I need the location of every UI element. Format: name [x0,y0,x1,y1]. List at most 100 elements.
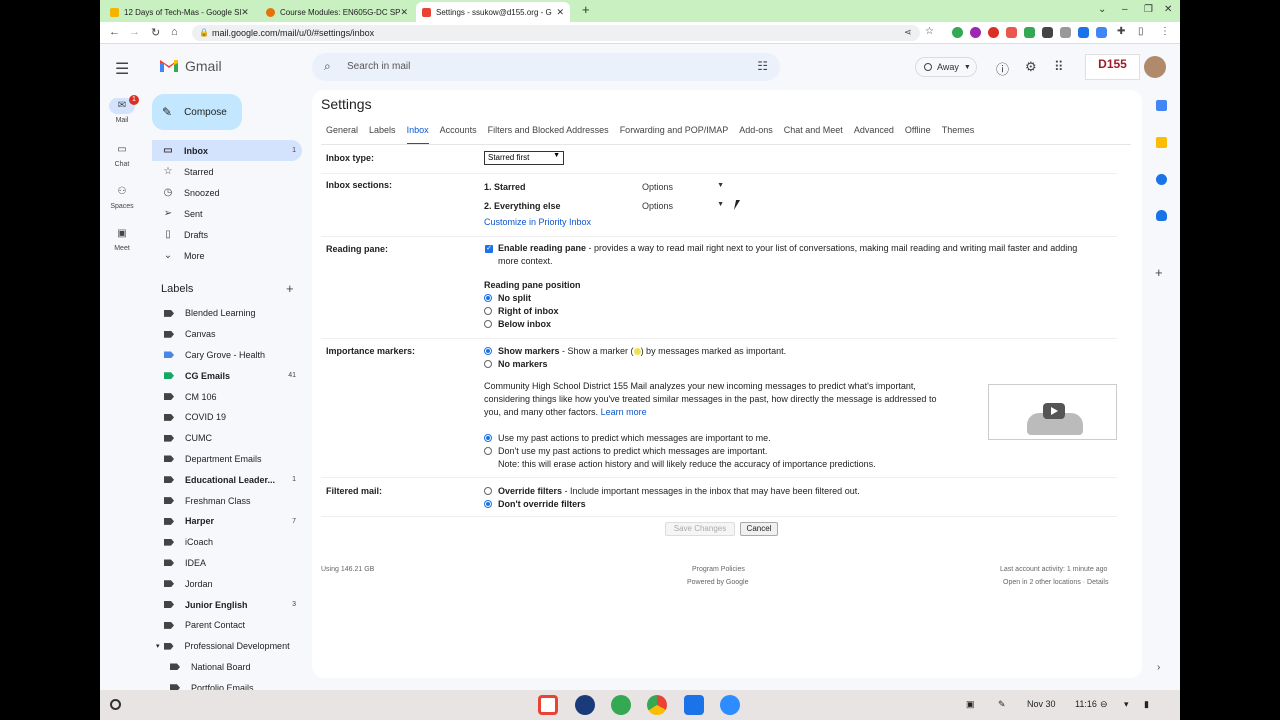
section-options-dropdown[interactable]: Options ▼ [642,201,724,211]
keep-icon[interactable] [1156,137,1167,148]
close-window-icon[interactable]: ✕ [1164,4,1172,15]
label-item[interactable]: iCoach [152,532,302,553]
calendar-icon[interactable] [1156,100,1167,111]
tab-add-ons[interactable]: Add-ons [739,125,773,145]
rail-meet[interactable]: ▣ Meet [106,226,138,252]
tab-offline[interactable]: Offline [905,125,931,145]
section-options-dropdown[interactable]: Options ▼ [642,182,724,192]
dont-override-radio[interactable] [484,500,492,508]
label-item[interactable]: National Board [152,657,302,678]
url-field[interactable]: 🔒 mail.google.com/mail/u/0/#settings/inb… [192,25,920,41]
add-addon-icon[interactable]: + [1155,265,1163,280]
program-policies-link[interactable]: Program Policies [692,566,745,573]
search-options-icon[interactable]: ☷ [757,59,768,73]
below-inbox-radio[interactable] [484,320,492,328]
tab-forwarding-and-pop-imap[interactable]: Forwarding and POP/IMAP [620,125,729,145]
label-item[interactable]: IDEA [152,553,302,574]
launcher-icon[interactable] [110,699,121,710]
extension-icon[interactable] [1042,27,1053,38]
learn-more-link[interactable]: Learn more [601,407,647,417]
avatar[interactable] [1144,56,1166,78]
main-menu-icon[interactable]: ☰ [115,59,129,79]
pen-icon[interactable]: ✎ [998,699,1006,710]
close-icon[interactable]: ✕ [401,7,409,18]
tab-themes[interactable]: Themes [942,125,975,145]
nav-item-sent[interactable]: ➢ Sent [152,203,302,224]
right-of-inbox-radio[interactable] [484,307,492,315]
label-item[interactable]: Blended Learning [152,303,302,324]
customize-priority-link[interactable]: Customize in Priority Inbox [484,217,591,227]
label-item[interactable]: Harper 7 [152,511,302,532]
close-icon[interactable]: ✕ [556,7,564,18]
tab-advanced[interactable]: Advanced [854,125,894,145]
nav-item-more[interactable]: ⌄ More [152,245,302,266]
forward-icon[interactable]: → [129,26,140,38]
label-item[interactable]: Educational Leader... 1 [152,469,302,490]
nav-item-inbox[interactable]: ▭ Inbox 1 [152,140,302,161]
label-item[interactable]: Jordan [152,573,302,594]
kebab-menu-icon[interactable]: ⋮ [1160,26,1170,37]
tab-labels[interactable]: Labels [369,125,396,145]
label-item[interactable]: Parent Contact [152,615,302,636]
maximize-icon[interactable]: ❐ [1144,4,1153,15]
extension-icon[interactable] [1006,27,1017,38]
rail-chat[interactable]: ▭ Chat [106,142,138,168]
extension-icon[interactable] [952,27,963,38]
nav-item-starred[interactable]: ☆ Starred [152,161,302,182]
label-item[interactable]: Cary Grove - Health [152,345,302,366]
nav-item-drafts[interactable]: ▯ Drafts [152,224,302,245]
label-item[interactable]: CG Emails 41 [152,365,302,386]
extension-icon[interactable] [988,27,999,38]
label-item[interactable]: Freshman Class [152,490,302,511]
override-filters-radio[interactable] [484,487,492,495]
expand-icon[interactable]: ▾ [156,642,160,650]
browser-tab-3[interactable]: Settings - ssukow@d155.org - G ✕ [416,2,570,22]
status-dropdown[interactable]: Away ▼ [915,57,977,77]
files-app-icon[interactable] [684,695,704,715]
tasks-icon[interactable] [1156,174,1167,185]
app-icon[interactable] [611,695,631,715]
label-item[interactable]: Canvas [152,324,302,345]
reload-icon[interactable]: ↻ [151,26,160,39]
sidepanel-icon[interactable]: ▯ [1138,26,1144,37]
tab-chat-and-meet[interactable]: Chat and Meet [784,125,843,145]
nav-item-snoozed[interactable]: ◷ Snoozed [152,182,302,203]
no-markers-radio[interactable] [484,360,492,368]
wifi-icon[interactable]: ▾ [1124,699,1129,710]
enable-reading-pane-checkbox[interactable]: ✓ [485,245,493,253]
tab-accounts[interactable]: Accounts [440,125,477,145]
browser-tab-2[interactable]: Course Modules: EN605G-DC SP ✕ [260,2,410,22]
show-markers-radio[interactable] [484,347,492,355]
search-icon[interactable]: ⌕ [324,59,331,74]
label-item[interactable]: ▾ Professional Development [152,636,302,657]
date[interactable]: Nov 30 [1027,699,1056,709]
extension-icon[interactable] [970,27,981,38]
extension-icon[interactable] [1024,27,1035,38]
extension-icon[interactable] [1060,27,1071,38]
save-changes-button[interactable]: Save Changes [665,522,735,536]
search-input[interactable]: ⌕ Search in mail ☷ [312,53,780,81]
browser-tab-1[interactable]: 12 Days of Tech-Mas - Google Sl ✕ [104,2,254,22]
label-item[interactable]: COVID 19 [152,407,302,428]
battery-icon[interactable]: ▮ [1144,699,1149,710]
label-item[interactable]: Junior English 3 [152,594,302,615]
extension-icon[interactable] [1078,27,1089,38]
no-split-radio[interactable] [484,294,492,302]
settings-gear-icon[interactable]: ⚙ [1025,59,1037,75]
compose-button[interactable]: ✎ Compose [152,94,242,130]
time[interactable]: 11:16 [1075,699,1097,709]
use-past-actions-radio[interactable] [484,434,492,442]
rail-spaces[interactable]: ⚇ Spaces [106,184,138,210]
extension-icon[interactable] [1096,27,1107,38]
home-icon[interactable]: ⌂ [171,26,178,38]
cancel-button[interactable]: Cancel [740,522,778,536]
label-item[interactable]: Department Emails [152,449,302,470]
chrome-app-icon[interactable] [647,695,667,715]
rail-mail[interactable]: ✉ 1 Mail [106,95,139,124]
app-icon[interactable] [575,695,595,715]
screen-capture-icon[interactable]: ▣ [966,699,975,710]
contacts-icon[interactable] [1156,210,1167,221]
dnd-icon[interactable]: ⊖ [1100,699,1108,710]
new-tab-icon[interactable]: + [582,2,590,17]
help-icon[interactable]: ⓘ [996,59,1009,78]
